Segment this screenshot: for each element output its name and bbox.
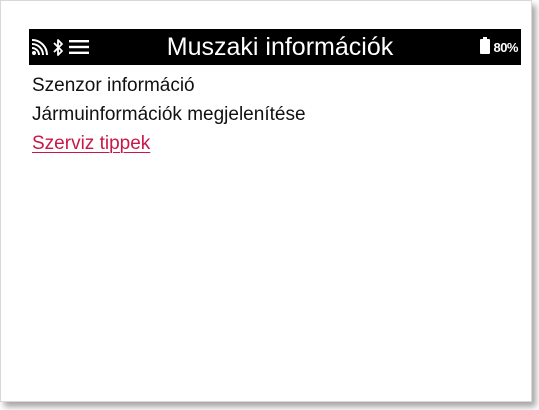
page-title: Muszaki információk (166, 33, 394, 61)
device-screen: Muszaki információk 80% Szenzor informác… (0, 0, 532, 402)
status-bar: Muszaki információk 80% (29, 29, 521, 65)
menu-item-vehicle-info[interactable]: Jármuinformációk megjelenítése (32, 100, 306, 129)
menu-item-sensor-info[interactable]: Szenzor információ (32, 71, 306, 100)
menu-item-service-tips[interactable]: Szerviz tippek (32, 129, 306, 158)
battery-status: 80% (480, 29, 518, 65)
battery-percentage: 80% (493, 39, 518, 55)
battery-icon (480, 37, 491, 57)
menu-list: Szenzor információ Jármuinformációk megj… (32, 71, 306, 158)
